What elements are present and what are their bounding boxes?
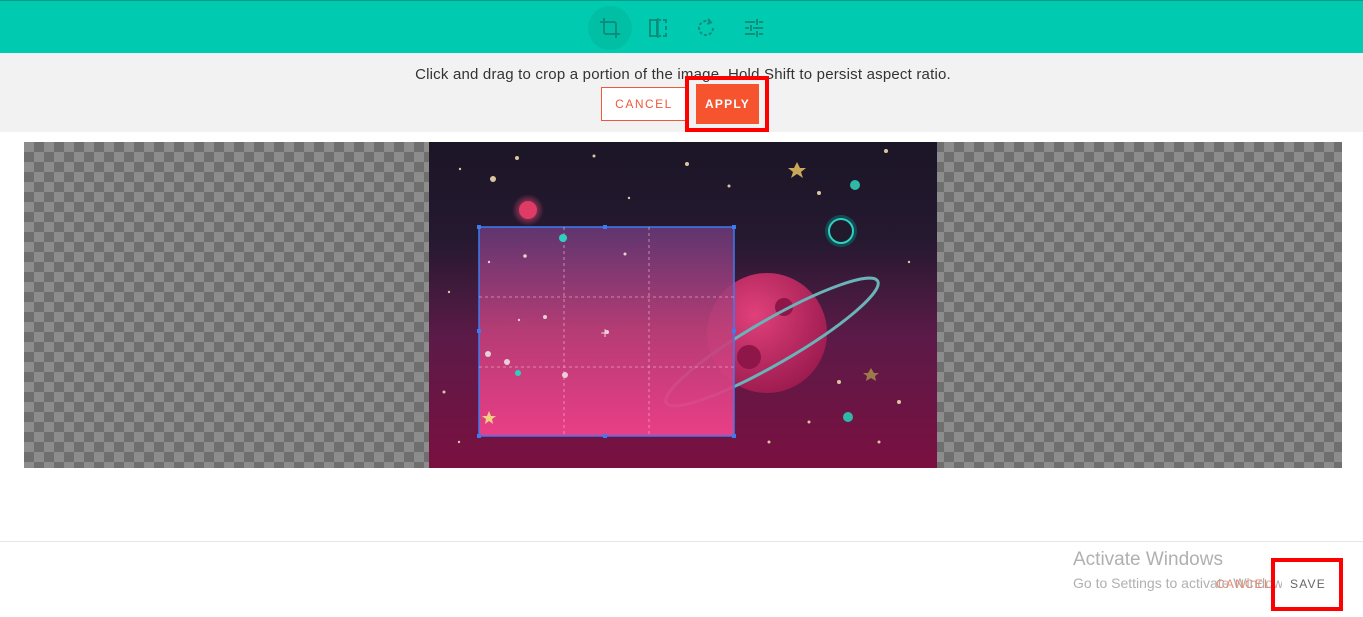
crop-apply-button[interactable]: APPLY	[696, 84, 759, 124]
footer-cancel-button[interactable]: CANCEL	[1216, 577, 1272, 591]
editor-toolbar	[0, 0, 1363, 53]
edited-image[interactable]: +	[429, 142, 937, 468]
filters-tool-button[interactable]	[732, 6, 776, 50]
activation-watermark-title: Activate Windows	[1073, 549, 1223, 570]
crop-cancel-button[interactable]: CANCEL	[601, 87, 687, 121]
footer-divider	[0, 541, 1363, 542]
crop-instruction-bar: Click and drag to crop a portion of the …	[0, 53, 1363, 132]
svg-text:+: +	[600, 326, 610, 340]
flip-icon	[649, 18, 667, 38]
flip-tool-button[interactable]	[636, 6, 680, 50]
footer-save-button[interactable]: SAVE	[1282, 566, 1334, 602]
crop-instruction-text: Click and drag to crop a portion of the …	[415, 66, 951, 83]
crop-tool-button[interactable]	[588, 6, 632, 50]
rotate-tool-button[interactable]	[684, 6, 728, 50]
filters-icon	[745, 19, 763, 37]
crop-icon	[600, 18, 620, 38]
rotate-icon	[698, 18, 715, 37]
